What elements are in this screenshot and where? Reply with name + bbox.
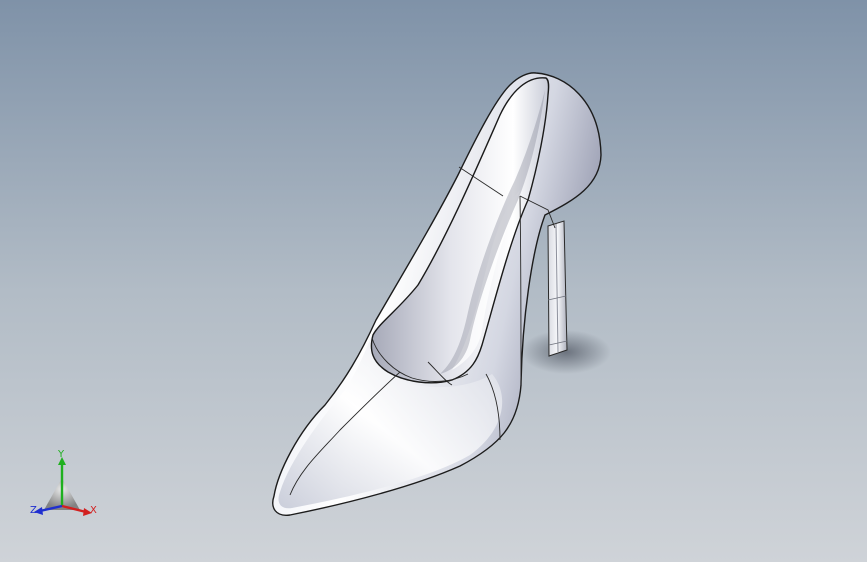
axis-triad[interactable]: X Y Z xyxy=(28,448,104,524)
graphics-viewport[interactable]: X Y Z xyxy=(0,0,867,562)
shoe-model[interactable] xyxy=(0,0,867,562)
x-axis-label: X xyxy=(90,505,97,516)
heel-stiletto[interactable] xyxy=(547,220,568,357)
y-axis-label: Y xyxy=(58,449,65,460)
z-axis-label: Z xyxy=(30,505,37,516)
